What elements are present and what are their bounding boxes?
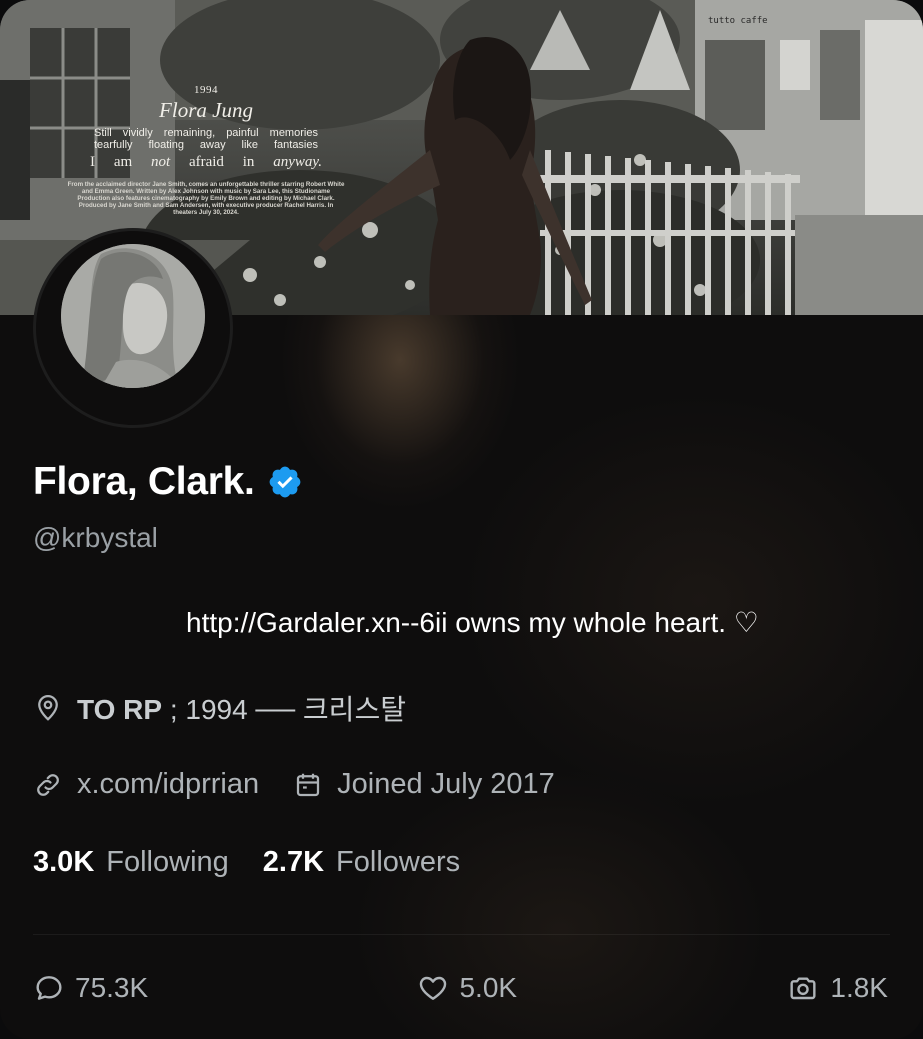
- poster-credits: From the acclaimed director Jane Smith, …: [67, 181, 345, 216]
- poster-word: painful: [226, 127, 259, 139]
- poster-word: anyway.: [273, 154, 322, 170]
- profile-card: tutto caffe 1994 Flora Jung Still vividl…: [0, 0, 923, 1039]
- location-strong: TO RP: [77, 694, 163, 725]
- poster-line-1: Still vividly remaining, painful memorie…: [66, 127, 346, 139]
- location-pin-icon: [33, 693, 63, 723]
- media-stat[interactable]: 1.8K: [786, 972, 888, 1004]
- likes-stat[interactable]: 5.0K: [417, 972, 517, 1004]
- poster-word: afraid: [188, 154, 224, 170]
- poster-word: fantasies: [273, 139, 318, 151]
- poster-word: memories: [269, 127, 318, 139]
- media-count: 1.8K: [830, 972, 888, 1003]
- heart-icon: [417, 972, 449, 1004]
- bio: http://Gardaler.xn--6ii owns my whole he…: [186, 607, 759, 638]
- following-label: Following: [106, 846, 229, 878]
- link-icon: [33, 770, 63, 800]
- camera-icon: [786, 972, 820, 1004]
- poster-text: 1994 Flora Jung Still vividly remaining,…: [66, 84, 346, 216]
- replies-stat[interactable]: 75.3K: [33, 972, 148, 1004]
- location-text: TO RP ; 1994 ── 크리스탈: [77, 688, 406, 728]
- poster-word: am: [113, 154, 133, 170]
- likes-count: 5.0K: [459, 972, 518, 1003]
- followers-link[interactable]: 2.7K Followers: [263, 846, 460, 879]
- followers-label: Followers: [336, 846, 461, 878]
- poster-word: like: [241, 139, 259, 151]
- poster-word: in: [242, 154, 255, 170]
- poster-line-2: tearfully floating away like fantasies: [66, 139, 346, 151]
- poster-title: Flora Jung: [159, 98, 253, 122]
- poster-word: I: [90, 154, 95, 170]
- divider: [33, 934, 890, 935]
- poster-word: floating: [148, 139, 184, 151]
- avatar[interactable]: [61, 244, 205, 388]
- poster-word: not: [150, 154, 171, 170]
- poster-word: Still: [94, 127, 112, 139]
- joined-text: Joined July 2017: [337, 768, 555, 800]
- website-item[interactable]: x.com/idprrian: [33, 768, 259, 801]
- name-row: Flora, Clark.: [33, 460, 303, 504]
- following-link[interactable]: 3.0K Following: [33, 846, 229, 879]
- poster-line-3: I am not afraid in anyway.: [66, 154, 346, 171]
- following-count: 3.0K: [33, 846, 95, 878]
- followers-count: 2.7K: [262, 846, 325, 878]
- poster-word: tearfully: [94, 139, 133, 151]
- meta-row: x.com/idprrian Joined July 2017: [33, 768, 555, 801]
- poster-word: away: [199, 139, 226, 151]
- poster-word: remaining,: [163, 127, 216, 139]
- cafe-sign: tutto caffe: [708, 16, 768, 26]
- display-name: Flora, Clark.: [33, 460, 255, 503]
- reply-icon: [33, 972, 65, 1004]
- avatar-image: [61, 244, 205, 388]
- location-row: TO RP ; 1994 ── 크리스탈: [33, 688, 406, 728]
- handle: @krbystal: [33, 522, 158, 553]
- poster-year: 1994: [194, 84, 218, 96]
- website-link[interactable]: x.com/idprrian: [77, 768, 259, 801]
- joined-item: Joined July 2017: [293, 768, 555, 801]
- calendar-icon: [293, 770, 323, 800]
- location-rest: ; 1994 ── 크리스탈: [162, 694, 406, 725]
- stats-row: 75.3K 5.0K 1.8K: [33, 972, 888, 1004]
- replies-count: 75.3K: [75, 972, 149, 1003]
- poster-word: vividly: [122, 127, 153, 139]
- follow-row: 3.0K Following 2.7K Followers: [33, 846, 460, 879]
- verified-badge-icon[interactable]: [267, 464, 303, 500]
